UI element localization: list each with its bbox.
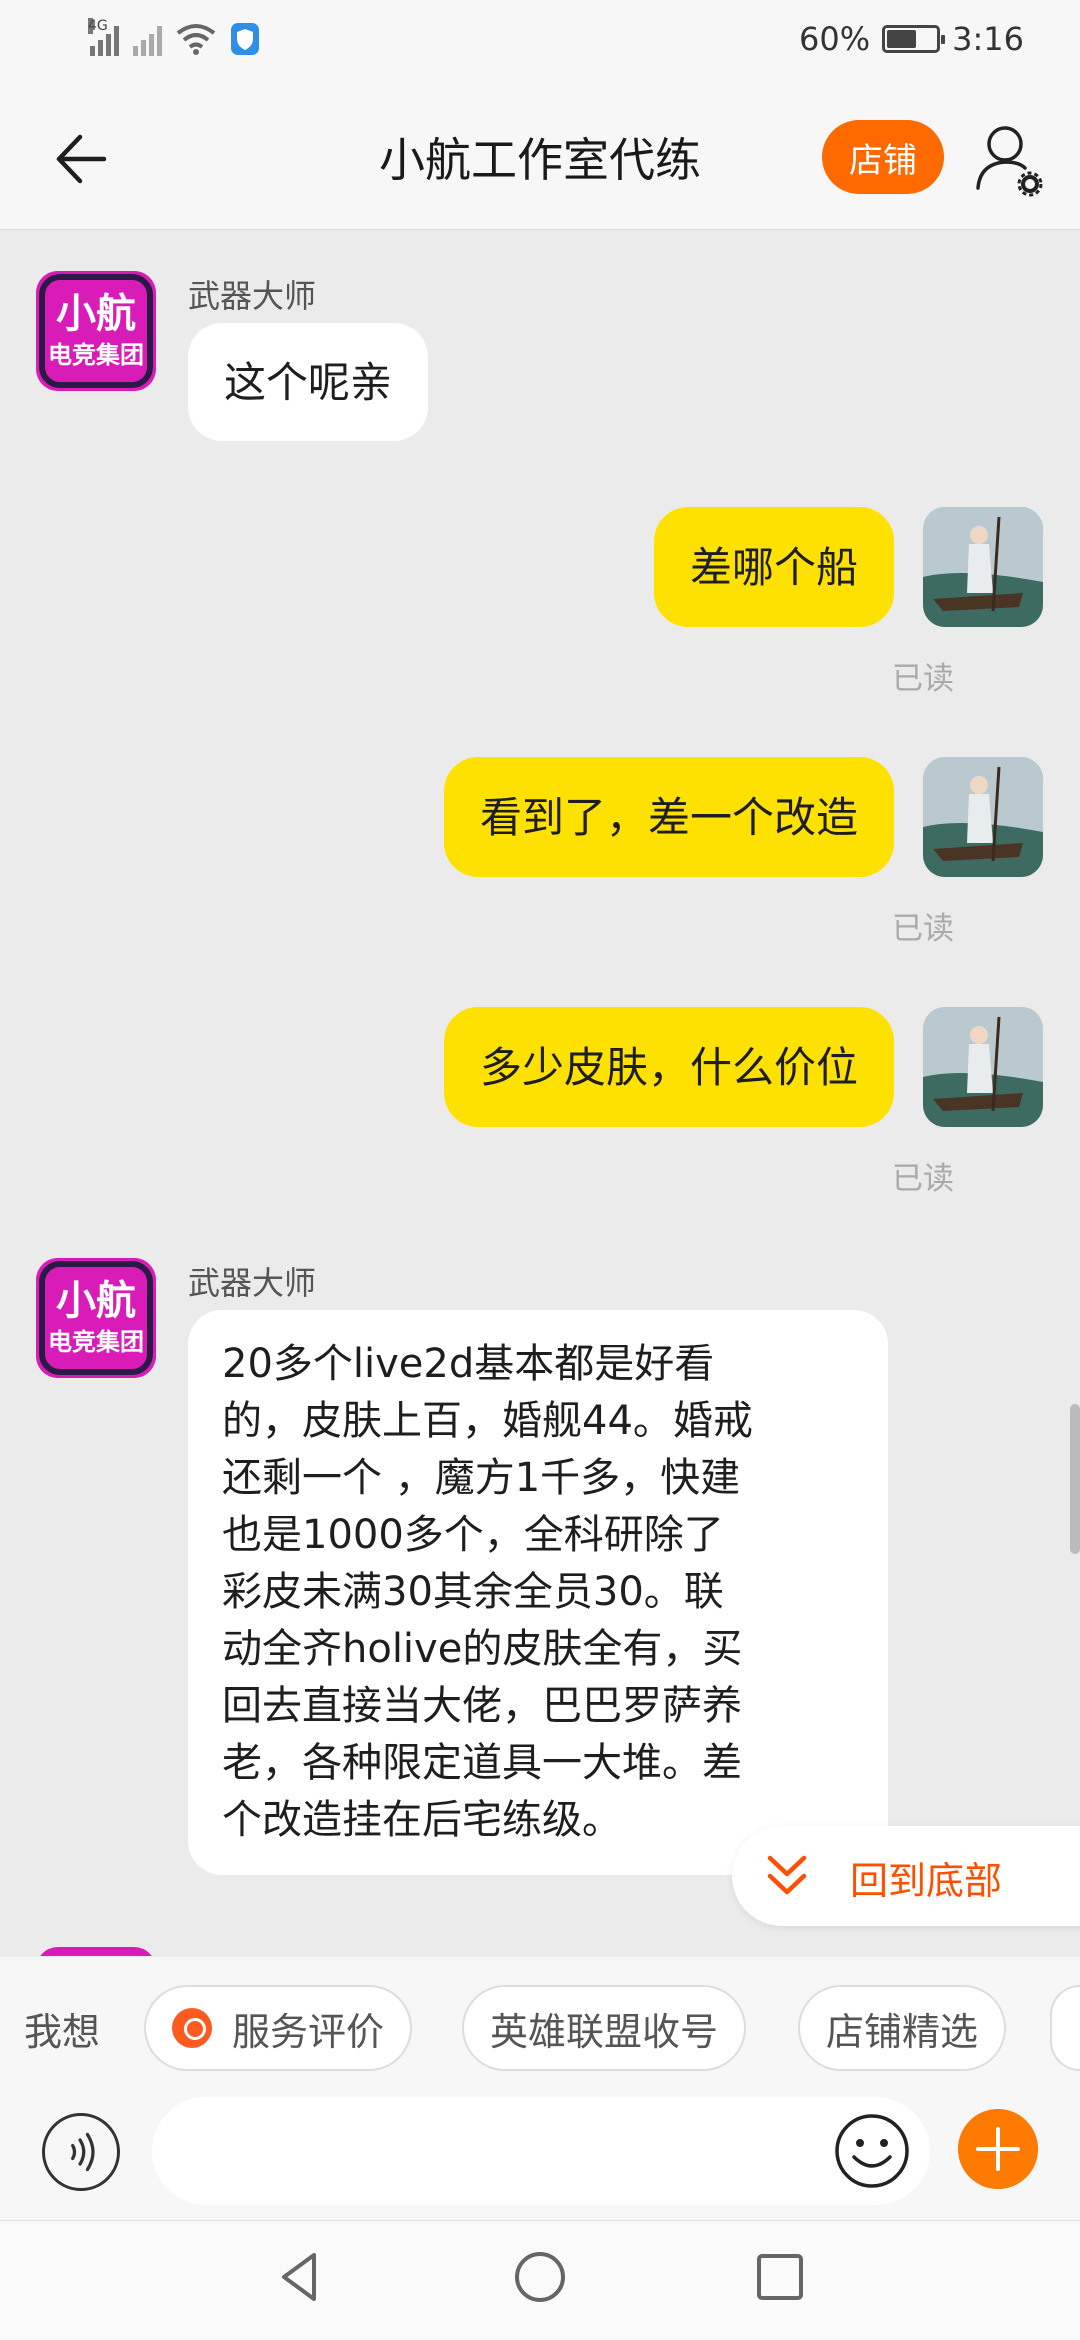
shop-avatar-text-line1: 小航 bbox=[56, 1278, 136, 1324]
user-avatar[interactable] bbox=[923, 757, 1043, 877]
message-bubble[interactable]: 这个呢亲 bbox=[188, 323, 429, 441]
sender-name: 武器大师 bbox=[188, 1264, 317, 1302]
shop-avatar-text-line2: 电竞集团 bbox=[48, 1328, 144, 1356]
nav-back-icon[interactable] bbox=[270, 2247, 330, 2307]
nav-recents-icon[interactable] bbox=[750, 2247, 810, 2307]
battery-icon bbox=[882, 25, 946, 53]
status-time: 3:16 bbox=[952, 20, 1024, 58]
scrollbar[interactable] bbox=[1070, 1404, 1080, 1554]
quick-chip-service-rating[interactable]: 服务评价 bbox=[144, 1985, 413, 2071]
message-bubble[interactable]: 多少皮肤，什么价位 bbox=[443, 1007, 894, 1127]
plus-icon[interactable] bbox=[958, 2109, 1038, 2189]
battery-level-fill bbox=[887, 30, 916, 48]
jump-to-bottom-label: 回到底部 bbox=[850, 1859, 1003, 1903]
page-title: 小航工作室代练 bbox=[379, 133, 701, 187]
incoming-message: 小航 电竞集团 武器大师 20多个live2d基本都是好看 的，皮肤上百，婚舰4… bbox=[0, 1258, 1080, 1875]
shield-icon bbox=[231, 23, 259, 55]
message-text-line: 还剩一个 ，魔方1千多，快建 bbox=[222, 1455, 741, 1501]
signal-4g-icon: 4G bbox=[88, 18, 119, 56]
shop-button[interactable]: 店铺 bbox=[822, 120, 944, 194]
status-icons-right: 60% 3:16 bbox=[799, 20, 1024, 58]
network-type-label: 4G bbox=[88, 18, 108, 34]
message-text-line: 的，皮肤上百，婚舰44。婚戒 bbox=[222, 1398, 753, 1444]
outgoing-message: 多少皮肤，什么价位 已读 bbox=[0, 1007, 1080, 1197]
nav-home-icon[interactable] bbox=[510, 2247, 570, 2307]
shop-avatar-text-line2: 电竞集团 bbox=[48, 341, 144, 369]
wifi-icon bbox=[176, 24, 216, 55]
message-bubble[interactable]: 差哪个船 bbox=[653, 507, 894, 627]
read-receipt: 已读 bbox=[892, 911, 954, 947]
user-avatar[interactable] bbox=[923, 1007, 1043, 1127]
user-settings-icon[interactable] bbox=[975, 122, 1045, 198]
signal-no-sim-icon bbox=[133, 22, 162, 56]
message-bubble[interactable]: 看到了，差一个改造 bbox=[443, 757, 894, 877]
message-input-bar bbox=[0, 2097, 1080, 2220]
message-text-line: 动全齐holive的皮肤全有，买 bbox=[222, 1626, 743, 1672]
jump-to-bottom-button[interactable]: 回到底部 bbox=[732, 1826, 1080, 1926]
message-text-line: 20多个live2d基本都是好看 bbox=[222, 1341, 715, 1387]
user-avatar-image bbox=[923, 1007, 1043, 1127]
quick-chip-shop-picks[interactable]: 店铺精选 bbox=[798, 1985, 1007, 2071]
sender-name: 武器大师 bbox=[188, 277, 317, 315]
outgoing-message: 看到了，差一个改造 已读 bbox=[0, 757, 1080, 947]
message-text-line: 也是1000多个，全科研除了 bbox=[222, 1512, 724, 1558]
message-input[interactable] bbox=[152, 2097, 930, 2205]
message-text-line: 回去直接当大佬，巴巴罗萨养 bbox=[222, 1683, 742, 1729]
battery-percent: 60% bbox=[799, 20, 871, 58]
chat-message-list[interactable]: 小航 电竞集团 武器大师 这个呢亲 差哪个船 已读 看到了，差一个改造 已读 多… bbox=[0, 231, 1080, 1956]
chat-header: 小航工作室代练 店铺 bbox=[0, 88, 1080, 230]
back-arrow-icon[interactable] bbox=[46, 124, 116, 194]
user-avatar-image bbox=[923, 507, 1043, 627]
user-avatar[interactable] bbox=[923, 507, 1043, 627]
incoming-message: 小航 电竞集团 武器大师 这个呢亲 bbox=[0, 231, 1080, 451]
quick-reply-prefix: 我想 bbox=[24, 2010, 101, 2054]
emoji-icon[interactable] bbox=[832, 2111, 912, 2191]
message-bubble[interactable]: 20多个live2d基本都是好看 的，皮肤上百，婚舰44。婚戒 还剩一个 ，魔方… bbox=[188, 1310, 888, 1875]
message-text: 这个呢亲 bbox=[224, 357, 393, 407]
chip-label: 英雄联盟收号 bbox=[490, 2009, 719, 2054]
message-text-line: 彩皮未满30其余全员30。联 bbox=[222, 1569, 724, 1615]
outgoing-message: 差哪个船 已读 bbox=[0, 507, 1080, 697]
message-text: 差哪个船 bbox=[689, 542, 858, 592]
chip-label: 服务评价 bbox=[232, 2009, 385, 2054]
status-icons-left: 4G bbox=[88, 18, 260, 56]
system-navigation-bar bbox=[0, 2220, 1080, 2340]
quick-reply-bar: 我想 服务评价 英雄联盟收号 店铺精选 bbox=[0, 1957, 1080, 2097]
read-receipt: 已读 bbox=[892, 661, 954, 697]
double-chevron-down-icon bbox=[767, 1855, 807, 1895]
quick-chip-lol-account[interactable]: 英雄联盟收号 bbox=[462, 1985, 747, 2071]
incoming-message-partial bbox=[36, 1947, 156, 1956]
message-text-line: 老，各种限定道具一大堆。差 bbox=[222, 1740, 742, 1786]
status-bar: 4G 60% 3:16 bbox=[0, 0, 1080, 88]
read-receipt: 已读 bbox=[892, 1161, 954, 1197]
shop-avatar bbox=[36, 1947, 156, 1956]
shop-avatar[interactable]: 小航 电竞集团 bbox=[36, 271, 156, 391]
chip-label: 店铺精选 bbox=[826, 2009, 979, 2054]
voice-icon[interactable] bbox=[42, 2113, 120, 2191]
shop-avatar-text-line1: 小航 bbox=[56, 291, 136, 337]
quick-chip-more[interactable] bbox=[1050, 1985, 1080, 2071]
service-rating-icon bbox=[172, 2008, 212, 2048]
shop-avatar[interactable]: 小航 电竞集团 bbox=[36, 1258, 156, 1378]
message-text: 看到了，差一个改造 bbox=[479, 792, 858, 842]
message-text: 多少皮肤，什么价位 bbox=[479, 1042, 858, 1092]
user-avatar-image bbox=[923, 757, 1043, 877]
